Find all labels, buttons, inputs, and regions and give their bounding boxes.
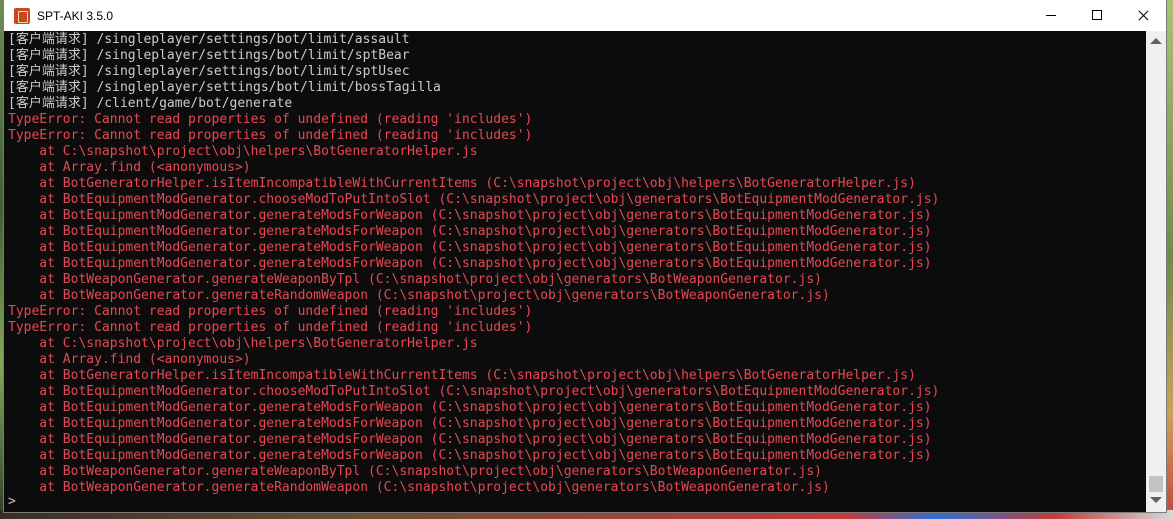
- console-line: TypeError: Cannot read properties of und…: [8, 304, 533, 319]
- console-line: at BotGeneratorHelper.isItemIncompatible…: [8, 368, 916, 383]
- console-line: at BotGeneratorHelper.isItemIncompatible…: [8, 176, 916, 191]
- console-line: at BotWeaponGenerator.generateWeaponByTp…: [8, 464, 822, 479]
- console-lines: [客户端请求] /singleplayer/settings/bot/limit…: [8, 32, 939, 496]
- close-button[interactable]: [1120, 0, 1166, 31]
- console-window: SPT-AKI 3.5.0 [客户端请求] /singleplayer/sett…: [4, 0, 1166, 512]
- console-line: at BotEquipmentModGenerator.generateMods…: [8, 256, 932, 271]
- console-line: at C:\snapshot\project\obj\helpers\BotGe…: [8, 336, 478, 351]
- background-game-art-right: [1166, 0, 1173, 519]
- console-line: at BotWeaponGenerator.generateWeaponByTp…: [8, 272, 822, 287]
- console-line: TypeError: Cannot read properties of und…: [8, 112, 533, 127]
- console-line: at BotWeaponGenerator.generateRandomWeap…: [8, 480, 830, 495]
- console-line: [客户端请求] /singleplayer/settings/bot/limit…: [8, 32, 410, 47]
- vertical-scrollbar[interactable]: [1146, 31, 1166, 512]
- scrollbar-thumb[interactable]: [1149, 476, 1163, 492]
- window-title: SPT-AKI 3.5.0: [37, 8, 114, 23]
- console-line: [客户端请求] /client/game/bot/generate: [8, 96, 293, 111]
- console-line: [客户端请求] /singleplayer/settings/bot/limit…: [8, 64, 410, 79]
- scroll-down-arrow-icon[interactable]: [1150, 497, 1162, 503]
- maximize-button[interactable]: [1074, 0, 1120, 31]
- console-line: at BotEquipmentModGenerator.generateMods…: [8, 416, 932, 431]
- console-line: at BotEquipmentModGenerator.chooseModToP…: [8, 384, 940, 399]
- console-line: TypeError: Cannot read properties of und…: [8, 320, 533, 335]
- title-bar[interactable]: SPT-AKI 3.5.0: [4, 0, 1166, 31]
- console-line: at Array.find (<anonymous>): [8, 160, 251, 175]
- console-line: at Array.find (<anonymous>): [8, 352, 251, 367]
- console-line: at BotEquipmentModGenerator.chooseModToP…: [8, 192, 940, 207]
- console-line: [客户端请求] /singleplayer/settings/bot/limit…: [8, 48, 410, 63]
- console-line: [客户端请求] /singleplayer/settings/bot/limit…: [8, 80, 441, 95]
- console-line: at C:\snapshot\project\obj\helpers\BotGe…: [8, 144, 478, 159]
- app-icon[interactable]: [14, 7, 30, 24]
- console-line: at BotEquipmentModGenerator.generateMods…: [8, 432, 932, 447]
- console-line: at BotEquipmentModGenerator.generateMods…: [8, 208, 932, 223]
- console-output[interactable]: [客户端请求] /singleplayer/settings/bot/limit…: [4, 31, 1146, 512]
- scroll-up-arrow-icon[interactable]: [1150, 38, 1162, 44]
- console-line: at BotEquipmentModGenerator.generateMods…: [8, 240, 932, 255]
- window-controls: [1028, 0, 1166, 31]
- console-line: at BotEquipmentModGenerator.generateMods…: [8, 400, 932, 415]
- console-line: at BotEquipmentModGenerator.generateMods…: [8, 448, 932, 463]
- command-prompt[interactable]: >: [8, 494, 16, 510]
- console-line: at BotWeaponGenerator.generateRandomWeap…: [8, 288, 830, 303]
- minimize-button[interactable]: [1028, 0, 1074, 31]
- console-line: TypeError: Cannot read properties of und…: [8, 128, 533, 143]
- console-line: at BotEquipmentModGenerator.generateMods…: [8, 224, 932, 239]
